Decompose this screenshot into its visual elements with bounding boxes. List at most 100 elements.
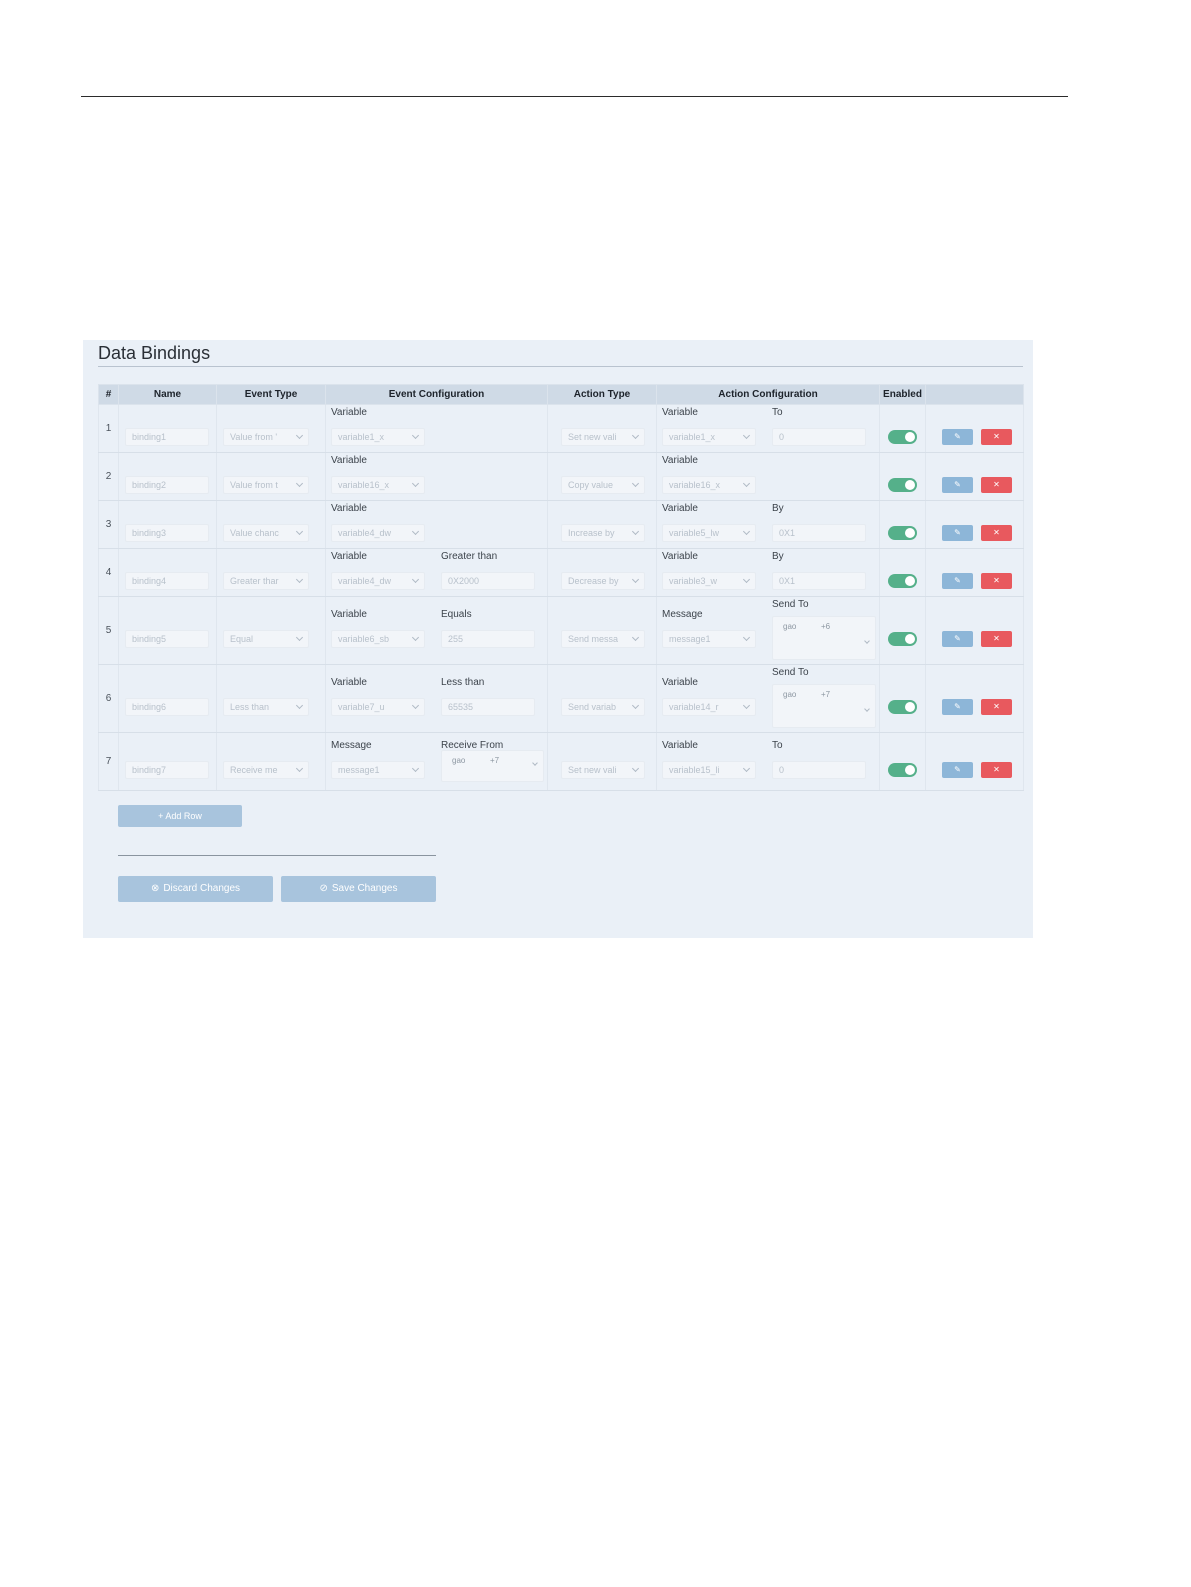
event-config-input[interactable]: 65535 xyxy=(441,698,535,716)
save-changes-button[interactable]: ⊘ Save Changes xyxy=(281,876,436,902)
edit-icon: ✎ xyxy=(954,702,961,711)
action-config-cell: Variable variable16_x xyxy=(656,452,880,501)
action-config-select[interactable]: message1 xyxy=(662,630,756,648)
edit-button[interactable]: ✎ xyxy=(942,429,973,445)
event-type-select[interactable]: Equal xyxy=(223,630,309,648)
delete-button[interactable]: ✕ xyxy=(981,699,1012,715)
event-config-input[interactable]: 0X2000 xyxy=(441,572,535,590)
event-config-input[interactable]: 255 xyxy=(441,630,535,648)
event-type-select[interactable]: Value from ' xyxy=(223,428,309,446)
action-type-select[interactable]: Copy value xyxy=(561,476,645,494)
edit-button[interactable]: ✎ xyxy=(942,699,973,715)
event-type-select[interactable]: Receive me xyxy=(223,761,309,779)
table-row: 1 binding1 Value from ' Variable variable1_x… xyxy=(98,404,1024,453)
name-input[interactable]: binding5 xyxy=(125,630,209,648)
action-type-select[interactable]: Send messa xyxy=(561,630,645,648)
event-config-label: Variable xyxy=(331,677,367,688)
check-circle-icon: ⊘ xyxy=(319,883,328,894)
event-type-select[interactable]: Less than xyxy=(223,698,309,716)
action-config-cell: Variable variable15_li To 0 xyxy=(656,732,880,791)
name-cell: binding5 xyxy=(118,596,217,665)
delete-button[interactable]: ✕ xyxy=(981,477,1012,493)
name-input[interactable]: binding7 xyxy=(125,761,209,779)
action-type-select[interactable]: Set new vali xyxy=(561,428,645,446)
delete-button[interactable]: ✕ xyxy=(981,762,1012,778)
event-config-select[interactable]: variable4_dw xyxy=(331,572,425,590)
enabled-toggle[interactable] xyxy=(888,700,917,714)
row-actions-cell: ✎ ✕ xyxy=(925,596,1024,665)
enabled-toggle[interactable] xyxy=(888,526,917,540)
delete-button[interactable]: ✕ xyxy=(981,631,1012,647)
event-config-select[interactable]: variable1_x xyxy=(331,428,425,446)
edit-button[interactable]: ✎ xyxy=(942,762,973,778)
trash-icon: ✕ xyxy=(993,528,1000,537)
panel-title: Data Bindings xyxy=(98,343,211,363)
row-actions-cell: ✎ ✕ xyxy=(925,404,1024,453)
action-type-select[interactable]: Decrease by xyxy=(561,572,645,590)
name-input[interactable]: binding3 xyxy=(125,524,209,542)
save-label: Save Changes xyxy=(331,883,398,894)
action-config-label: Variable xyxy=(662,551,698,562)
event-config-select[interactable]: message1 xyxy=(331,761,425,779)
add-row-button[interactable]: + Add Row xyxy=(118,805,242,827)
trash-icon: ✕ xyxy=(993,765,1000,774)
row-actions-cell: ✎ ✕ xyxy=(925,732,1024,791)
action-config-select[interactable]: variable5_lw xyxy=(662,524,756,542)
action-type-cell: Send messa xyxy=(547,596,657,665)
action-config-select[interactable]: variable14_r xyxy=(662,698,756,716)
event-config-select[interactable]: variable4_dw xyxy=(331,524,425,542)
name-input[interactable]: binding1 xyxy=(125,428,209,446)
row-number: 4 xyxy=(98,548,119,597)
delete-button[interactable]: ✕ xyxy=(981,573,1012,589)
enabled-toggle[interactable] xyxy=(888,632,917,646)
edit-icon: ✎ xyxy=(954,765,961,774)
discard-changes-button[interactable]: ⊗ Discard Changes xyxy=(118,876,273,902)
action-config-input[interactable]: 0X1 xyxy=(772,524,866,542)
enabled-toggle[interactable] xyxy=(888,478,917,492)
action-type-cell: Send variab xyxy=(547,664,657,733)
event-type-cell: Less than xyxy=(216,664,326,733)
event-config-select[interactable]: variable6_sb xyxy=(331,630,425,648)
trash-icon: ✕ xyxy=(993,634,1000,643)
action-config-label: Variable xyxy=(662,677,698,688)
edit-icon: ✎ xyxy=(954,634,961,643)
delete-button[interactable]: ✕ xyxy=(981,525,1012,541)
action-type-select[interactable]: Send variab xyxy=(561,698,645,716)
table-row: 3 binding3 Value chanc Variable variable4_dw… xyxy=(98,500,1024,549)
trash-icon: ✕ xyxy=(993,480,1000,489)
action-type-select[interactable]: Set new vali xyxy=(561,761,645,779)
enabled-toggle[interactable] xyxy=(888,574,917,588)
action-config-input[interactable]: 0 xyxy=(772,428,866,446)
action-type-select[interactable]: Increase by xyxy=(561,524,645,542)
delete-button[interactable]: ✕ xyxy=(981,429,1012,445)
row-number: 5 xyxy=(98,596,119,665)
name-input[interactable]: binding4 xyxy=(125,572,209,590)
event-config-select[interactable]: variable7_u xyxy=(331,698,425,716)
action-config-input[interactable]: 0 xyxy=(772,761,866,779)
event-type-select[interactable]: Value chanc xyxy=(223,524,309,542)
chevron-down-icon xyxy=(864,706,870,712)
send-to-multiselect[interactable]: gao +7 xyxy=(772,684,876,728)
name-cell: binding1 xyxy=(118,404,217,453)
enabled-toggle[interactable] xyxy=(888,763,917,777)
event-type-select[interactable]: Value from t xyxy=(223,476,309,494)
row-number: 7 xyxy=(98,732,119,791)
action-config-select[interactable]: variable3_w xyxy=(662,572,756,590)
send-to-multiselect[interactable]: gao +6 xyxy=(772,616,876,660)
edit-button[interactable]: ✎ xyxy=(942,525,973,541)
action-config-select[interactable]: variable1_x xyxy=(662,428,756,446)
event-type-select[interactable]: Greater thar xyxy=(223,572,309,590)
action-config-select[interactable]: variable16_x xyxy=(662,476,756,494)
event-type-cell: Receive me xyxy=(216,732,326,791)
name-input[interactable]: binding2 xyxy=(125,476,209,494)
edit-button[interactable]: ✎ xyxy=(942,477,973,493)
event-config-select[interactable]: variable16_x xyxy=(331,476,425,494)
action-config-select[interactable]: variable15_li xyxy=(662,761,756,779)
edit-button[interactable]: ✎ xyxy=(942,631,973,647)
receive-from-multiselect[interactable]: gao +7 xyxy=(441,750,544,782)
name-input[interactable]: binding6 xyxy=(125,698,209,716)
row-number: 1 xyxy=(98,404,119,453)
action-config-input[interactable]: 0X1 xyxy=(772,572,866,590)
edit-button[interactable]: ✎ xyxy=(942,573,973,589)
enabled-toggle[interactable] xyxy=(888,430,917,444)
